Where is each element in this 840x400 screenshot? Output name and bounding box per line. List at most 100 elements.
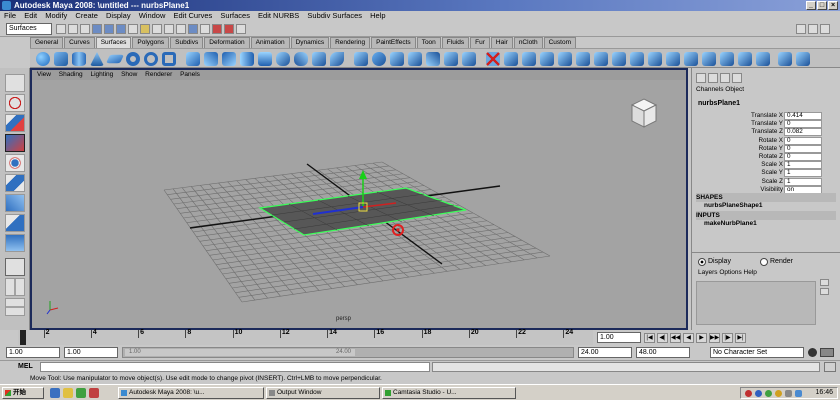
rebuild-icon[interactable] bbox=[594, 52, 608, 66]
menu-file[interactable]: File bbox=[4, 11, 16, 20]
quick-launch-ie-icon[interactable] bbox=[50, 388, 60, 398]
lasso-tool-icon[interactable] bbox=[5, 94, 25, 112]
step-forward-button[interactable]: |▶ bbox=[722, 333, 733, 343]
scale-tool-icon[interactable] bbox=[5, 174, 25, 192]
channel-box-layer-editor-icon[interactable] bbox=[720, 73, 730, 83]
menu-modify[interactable]: Modify bbox=[45, 11, 67, 20]
birail-icon[interactable] bbox=[258, 52, 272, 66]
viewport-menu-panels[interactable]: Panels bbox=[180, 71, 200, 78]
sculpt-icon[interactable] bbox=[666, 52, 680, 66]
tray-app-icon-4[interactable] bbox=[775, 390, 782, 397]
play-forwards-button[interactable]: ▶ bbox=[696, 333, 707, 343]
step-forward-key-button[interactable]: ▶▶ bbox=[709, 333, 720, 343]
attribute-row[interactable]: Scale Z1 bbox=[692, 177, 840, 186]
render-icon[interactable] bbox=[212, 24, 222, 34]
attribute-row[interactable]: Rotate X0 bbox=[692, 136, 840, 145]
menu-window[interactable]: Window bbox=[139, 11, 166, 20]
script-editor-icon[interactable] bbox=[824, 362, 836, 372]
quick-launch-explorer-icon[interactable] bbox=[63, 388, 73, 398]
save-scene-icon[interactable] bbox=[80, 24, 90, 34]
outliner-layout-icon[interactable] bbox=[5, 298, 25, 316]
channel-box-toggle-icon[interactable] bbox=[820, 24, 830, 34]
attribute-row[interactable]: Rotate Y0 bbox=[692, 144, 840, 153]
range-inner-start-field[interactable]: 1.00 bbox=[64, 347, 118, 358]
nurbs-plane-icon[interactable] bbox=[106, 54, 124, 64]
tab-hair[interactable]: Hair bbox=[490, 37, 513, 48]
soft-modification-icon[interactable] bbox=[5, 214, 25, 232]
render-globals-icon[interactable] bbox=[236, 24, 246, 34]
round-tool-icon[interactable] bbox=[630, 52, 644, 66]
tab-custom[interactable]: Custom bbox=[543, 37, 577, 48]
convert-icon[interactable] bbox=[778, 52, 792, 66]
layer-menu-layers[interactable]: Layers bbox=[698, 269, 718, 276]
range-slider[interactable]: 1.00 24.00 bbox=[122, 347, 574, 358]
tray-app-icon-2[interactable] bbox=[755, 390, 762, 397]
tab-object[interactable]: Object bbox=[725, 86, 744, 93]
show-manipulator-icon[interactable] bbox=[5, 234, 25, 252]
loft-icon[interactable] bbox=[204, 52, 218, 66]
viewport-menu-view[interactable]: View bbox=[37, 71, 51, 78]
quick-launch-media-icon[interactable] bbox=[89, 388, 99, 398]
nurbs-circle-icon[interactable] bbox=[144, 52, 158, 66]
channel-box-toggle-layout-icon[interactable] bbox=[732, 73, 742, 83]
close-button[interactable]: × bbox=[828, 1, 838, 10]
input-output-icon[interactable] bbox=[188, 24, 198, 34]
layer-list[interactable] bbox=[696, 281, 816, 325]
revolve-icon[interactable] bbox=[186, 52, 200, 66]
go-to-start-button[interactable]: |◀ bbox=[644, 333, 655, 343]
nurbs-cylinder-icon[interactable] bbox=[72, 52, 86, 66]
menu-set-dropdown[interactable]: Surfaces bbox=[6, 23, 52, 35]
new-layer-selected-icon[interactable] bbox=[820, 288, 829, 295]
attribute-value-field[interactable]: 1 bbox=[784, 169, 822, 178]
tab-dynamics[interactable]: Dynamics bbox=[290, 37, 330, 48]
nurbs-square-icon[interactable] bbox=[162, 52, 176, 66]
menu-display[interactable]: Display bbox=[106, 11, 131, 20]
select-object-icon[interactable] bbox=[104, 24, 114, 34]
channel-box-attribute-editor-icon[interactable] bbox=[708, 73, 718, 83]
tab-subdivs[interactable]: Subdivs bbox=[170, 37, 204, 48]
attribute-row[interactable]: Translate X 0.414 bbox=[692, 112, 840, 120]
rotate-tool-icon[interactable] bbox=[5, 154, 25, 172]
nurbs-cube-icon[interactable] bbox=[54, 52, 68, 66]
move-tool-icon[interactable] bbox=[5, 134, 25, 152]
menu-edit-nurbs[interactable]: Edit NURBS bbox=[258, 11, 299, 20]
intersect-icon[interactable] bbox=[354, 52, 368, 66]
tab-painteffects[interactable]: PaintEffects bbox=[371, 37, 416, 48]
viewport-menu-show[interactable]: Show bbox=[121, 71, 137, 78]
nurbs-cone-icon[interactable] bbox=[90, 52, 104, 66]
tray-app-icon-3[interactable] bbox=[765, 390, 772, 397]
menu-help[interactable]: Help bbox=[370, 11, 385, 20]
viewport-menu-lighting[interactable]: Lighting bbox=[90, 71, 113, 78]
attribute-value-field[interactable]: 0 bbox=[784, 120, 822, 129]
attribute-row[interactable]: Scale Y1 bbox=[692, 169, 840, 178]
attribute-value-field[interactable]: 0.082 bbox=[784, 128, 822, 137]
attribute-value-field[interactable]: 0 bbox=[784, 136, 822, 145]
bevel-plus-icon[interactable] bbox=[330, 52, 344, 66]
tray-app-icon-1[interactable] bbox=[745, 390, 752, 397]
attribute-value-field[interactable]: 0 bbox=[784, 153, 822, 161]
untrim-icon[interactable] bbox=[408, 52, 422, 66]
tab-fluids[interactable]: Fluids bbox=[441, 37, 470, 48]
mel-command-input[interactable] bbox=[40, 362, 430, 372]
tab-fur[interactable]: Fur bbox=[470, 37, 490, 48]
attribute-value-field[interactable]: 0 bbox=[784, 144, 822, 153]
move-seam-icon[interactable] bbox=[558, 52, 572, 66]
attribute-value-field[interactable]: 1 bbox=[784, 177, 822, 186]
tool-settings-icon[interactable] bbox=[808, 24, 818, 34]
range-end-field[interactable]: 24.00 bbox=[578, 347, 632, 358]
auto-key-icon[interactable] bbox=[808, 348, 817, 357]
paint-select-tool-icon[interactable] bbox=[5, 114, 25, 132]
perspective-viewport[interactable]: View Shading Lighting Show Renderer Pane… bbox=[30, 68, 688, 330]
tab-toon[interactable]: Toon bbox=[416, 37, 441, 48]
render-radio[interactable] bbox=[760, 258, 768, 266]
channel-box-mode-icon[interactable] bbox=[696, 73, 706, 83]
network-icon[interactable] bbox=[795, 390, 802, 397]
range-slider-handle[interactable]: 1.00 24.00 bbox=[125, 349, 355, 356]
taskbar-item-maya[interactable]: Autodesk Maya 2008: \u... bbox=[118, 387, 264, 399]
current-time-marker[interactable] bbox=[20, 330, 26, 345]
attribute-row[interactable]: Translate Y0 bbox=[692, 120, 840, 129]
taskbar-item-output-window[interactable]: Output Window bbox=[266, 387, 380, 399]
animation-preferences-icon[interactable] bbox=[820, 348, 834, 357]
volume-icon[interactable] bbox=[785, 390, 792, 397]
start-button[interactable]: 开始 bbox=[2, 387, 44, 399]
